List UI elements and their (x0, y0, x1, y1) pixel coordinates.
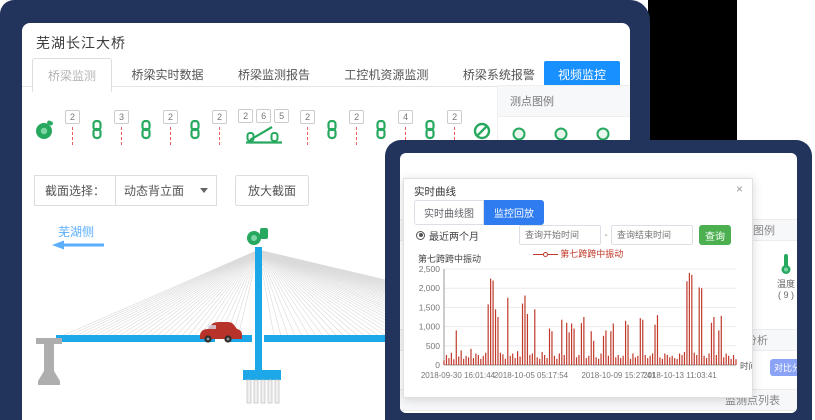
modal-tabbar: 实时曲线图 监控回放 (414, 200, 544, 225)
realtime-chart: 0 500 1,000 1,500 2,000 2,500 2018-09-30 16:01… (406, 261, 752, 393)
sensor-point[interactable]: 2 (163, 110, 178, 145)
sensor-count-badge: 3 (114, 110, 129, 124)
chain-link-icon (91, 120, 103, 140)
tab-bridge-monitor[interactable]: 桥梁监测 (32, 58, 112, 92)
query-start-input[interactable] (519, 225, 601, 245)
sensor-count-badge: 4 (398, 110, 413, 124)
main-tabbar: 桥梁监测 桥梁实时数据 桥梁监测报告 工控机资源监测 桥梁系统报警 (22, 57, 630, 87)
prohibit-icon (473, 122, 491, 140)
query-end-input[interactable] (611, 225, 693, 245)
sensor-point[interactable]: 2 (65, 110, 80, 145)
section-select-row: 截面选择： 动态背立面 放大截面 (34, 175, 309, 206)
temperature-item[interactable]: 温度 ( 9 ) (766, 253, 797, 300)
dashed-line (219, 127, 220, 145)
dashed-line (170, 127, 171, 145)
svg-text:2,500: 2,500 (419, 264, 441, 274)
sensor-count-badge: 2 (349, 110, 364, 124)
tower-foundation (243, 370, 281, 403)
tab-monitor-playback[interactable]: 监控回放 (484, 200, 544, 225)
section-select-value: 动态背立面 (124, 182, 184, 199)
sensor-icon[interactable] (512, 127, 526, 141)
bridge-side-label: 芜湖侧 (58, 224, 94, 239)
sensor-point[interactable]: 2 (212, 110, 227, 145)
sensor-count-badge: 2 (65, 110, 80, 124)
legend-panel-title: 测点图例 (498, 85, 630, 117)
svg-text:时间: 时间 (740, 361, 752, 371)
svg-text:0: 0 (435, 360, 440, 370)
clock-icon (34, 118, 54, 140)
video-monitor-button[interactable]: 视频监控 (544, 61, 620, 88)
legend-line-icon (533, 254, 543, 255)
chevron-down-icon (200, 188, 208, 193)
chain-link-icon (140, 120, 152, 140)
sensor-icon[interactable] (554, 127, 568, 141)
sensor-count-badge: 2 (238, 109, 253, 123)
page-title: 芜湖长江大桥 (36, 33, 126, 53)
chain-link-icon (424, 120, 436, 140)
modal-title: 实时曲线 (414, 184, 456, 199)
dashed-line (121, 127, 122, 145)
sensor-count-badge: 2 (447, 110, 462, 124)
svg-text:2018-10-13 11:03:41: 2018-10-13 11:03:41 (643, 371, 717, 380)
dashed-line (356, 127, 357, 145)
temperature-count: ( 9 ) (766, 290, 797, 300)
temperature-label: 温度 (766, 277, 797, 290)
section-select-dropdown[interactable]: 动态背立面 (115, 175, 217, 206)
thermometer-icon (780, 253, 792, 275)
tower-top-sensor-icon[interactable] (247, 228, 268, 245)
sensor-point[interactable]: 2 (300, 110, 315, 145)
tab-realtime-data[interactable]: 桥梁实时数据 (116, 58, 218, 90)
clock-icon[interactable] (34, 118, 54, 145)
sensor-cluster[interactable]: 265 (238, 109, 289, 145)
sensor-row: 23222652242 (34, 89, 514, 145)
compare-analysis-button[interactable]: 对比分析 (770, 359, 797, 376)
realtime-curve-page: 测点图例 温度 ( 9 ) 对比分析 对比分析 监测点列表 实时曲线 × 实时曲… (400, 153, 797, 413)
chain-icon[interactable] (140, 120, 152, 145)
svg-text:1,500: 1,500 (419, 302, 441, 312)
query-row: 最近两个月 - 查询 (416, 225, 742, 245)
sensor-count-badge: 5 (274, 109, 289, 123)
realtime-curve-modal: 实时曲线 × 实时曲线图 监控回放 最近两个月 - 查询 第七跨跨中振动 第七跨… (403, 178, 753, 398)
search-button[interactable]: 查询 (699, 225, 731, 245)
backdrop-black (648, 0, 737, 146)
sensor-point[interactable]: 3 (114, 110, 129, 145)
crane-icon (246, 125, 282, 145)
sensor-count-badge: 2 (300, 110, 315, 124)
svg-text:1,000: 1,000 (419, 322, 441, 332)
left-arrow-icon (52, 241, 104, 250)
legend-line-icon (548, 254, 558, 255)
chain-icon[interactable] (91, 120, 103, 145)
bridge-tower (255, 247, 262, 370)
chain-link-icon (375, 120, 387, 140)
chain-icon[interactable] (189, 120, 201, 145)
chain-icon[interactable] (375, 120, 387, 145)
realtime-curve-window: 测点图例 温度 ( 9 ) 对比分析 对比分析 监测点列表 实时曲线 × 实时曲… (385, 140, 812, 420)
tab-ipc-resource[interactable]: 工控机资源监测 (329, 58, 443, 90)
svg-text:2018-10-05 05:17:54: 2018-10-05 05:17:54 (494, 371, 569, 380)
chain-link-icon (326, 120, 338, 140)
svg-text:2018-09-30 16:01:44: 2018-09-30 16:01:44 (421, 371, 496, 380)
dashed-line (72, 127, 73, 145)
tab-realtime-curve-view[interactable]: 实时曲线图 (414, 200, 484, 225)
chart-legend-label: 第七跨跨中振动 (560, 249, 623, 259)
sensor-icon[interactable] (596, 127, 610, 141)
zoom-section-button[interactable]: 放大截面 (235, 175, 309, 206)
radio-last-two-months[interactable] (416, 231, 425, 240)
svg-text:500: 500 (426, 341, 440, 351)
svg-text:2,000: 2,000 (419, 283, 441, 293)
sensor-count-badge: 2 (212, 110, 227, 124)
sensor-count-badge: 2 (163, 110, 178, 124)
section-select-label: 截面选择： (34, 175, 115, 206)
sensor-point[interactable]: 2 (349, 110, 364, 145)
close-icon[interactable]: × (736, 182, 743, 196)
tab-monitor-report[interactable]: 桥梁监测报告 (223, 58, 325, 90)
dashed-line (307, 127, 308, 145)
chain-icon[interactable] (326, 120, 338, 145)
chain-link-icon (189, 120, 201, 140)
range-separator: - (601, 230, 611, 241)
left-pier (36, 338, 62, 385)
sensor-count-badge: 6 (256, 109, 271, 123)
radio-label: 最近两个月 (429, 228, 479, 243)
